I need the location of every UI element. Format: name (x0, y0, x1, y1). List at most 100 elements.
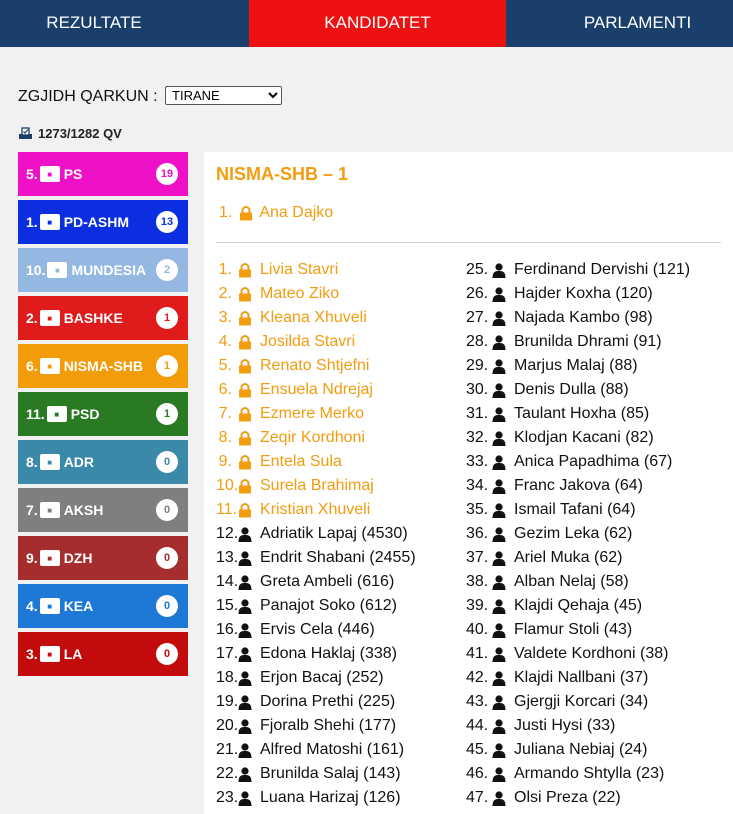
party-logo-icon: ■ (39, 166, 60, 182)
candidate-name: Kleana Xhuveli (260, 309, 367, 326)
party-item-bashke[interactable]: 2. ■ BASHKE 1 (18, 296, 188, 340)
seats-badge: 2 (156, 259, 178, 281)
party-item-ps[interactable]: 5. ■ PS 19 (18, 152, 188, 196)
party-name: KEA (63, 598, 94, 614)
candidate-name: Kristian Xhuveli (260, 501, 371, 518)
lock-icon (236, 430, 254, 446)
candidate-number: 29. (466, 357, 489, 374)
party-number: 3. (26, 646, 38, 662)
lock-icon (236, 262, 254, 278)
qarku-label: ZGJIDH QARKUN : (18, 88, 158, 105)
user-icon (236, 646, 254, 662)
party-item-pd-ashm[interactable]: 1. ■ PD-ASHM 13 (18, 200, 188, 244)
seats-badge: 0 (156, 547, 178, 569)
candidate-number: 5. (218, 357, 232, 374)
candidate-number: 19. (216, 693, 239, 710)
party-logo-icon: ■ (46, 406, 67, 422)
candidate-number: 6. (218, 381, 232, 398)
candidate-row: 25. Ferdinand Dervishi (121) (466, 258, 726, 282)
party-name: PSD (70, 406, 100, 422)
candidate-number: 43. (466, 693, 489, 710)
party-item-psd[interactable]: 11. ■ PSD 1 (18, 392, 188, 436)
polling-stations-count: 1273/1282 QV (18, 126, 122, 141)
seats-badge: 0 (156, 643, 178, 665)
party-name: PD-ASHM (63, 214, 130, 230)
party-number: 11. (26, 406, 45, 422)
candidate-number: 42. (466, 669, 489, 686)
top-navigation: REZULTATE KANDIDATET PARLAMENTI (0, 0, 733, 47)
candidate-row: 36. Gezim Leka (62) (466, 522, 726, 546)
candidate-number: 11. (216, 501, 238, 518)
party-item-mundesia[interactable]: 10. ■ MUNDESIA 2 (18, 248, 188, 292)
user-icon (490, 454, 508, 470)
user-icon (490, 598, 508, 614)
leader-number: 1. (219, 204, 233, 221)
qarku-select[interactable]: TIRANE (165, 86, 283, 105)
candidate-row: 31. Taulant Hoxha (85) (466, 402, 726, 426)
user-icon (236, 526, 254, 542)
candidate-row: 41. Valdete Kordhoni (38) (466, 642, 726, 666)
party-item-dzh[interactable]: 9. ■ DZH 0 (18, 536, 188, 580)
candidate-number: 31. (466, 405, 489, 422)
candidate-row: 7. Ezmere Merko (216, 402, 456, 426)
tab-rezultate[interactable]: REZULTATE (0, 0, 188, 47)
party-number: 6. (26, 358, 38, 374)
party-logo-icon: ■ (39, 550, 60, 566)
party-number: 10. (26, 262, 46, 278)
lock-icon (236, 334, 254, 350)
candidate-number: 7. (218, 405, 232, 422)
user-icon (490, 526, 508, 542)
user-icon (490, 262, 508, 278)
candidate-number: 27. (466, 309, 489, 326)
qarku-selector: ZGJIDH QARKUN : TIRANE (18, 86, 283, 106)
candidate-row: 44. Justi Hysi (33) (466, 714, 726, 738)
seats-badge: 1 (156, 355, 178, 377)
party-item-adr[interactable]: 8. ■ ADR 0 (18, 440, 188, 484)
tab-kandidatet[interactable]: KANDIDATET (249, 0, 506, 47)
candidate-row: 17. Edona Haklaj (338) (216, 642, 456, 666)
party-item-la[interactable]: 3. ■ LA 0 (18, 632, 188, 676)
candidate-number: 12. (216, 525, 239, 542)
candidate-name: Panajot Soko (612) (260, 597, 397, 614)
candidate-name: Gezim Leka (62) (514, 525, 633, 542)
candidate-number: 39. (466, 597, 489, 614)
tab-parlamenti[interactable]: PARLAMENTI (535, 0, 733, 47)
party-number: 7. (26, 502, 38, 518)
user-icon (490, 502, 508, 518)
user-icon (490, 718, 508, 734)
candidate-name: Surela Brahimaj (260, 477, 374, 494)
candidate-row: 33. Anica Papadhima (67) (466, 450, 726, 474)
candidate-name: Olsi Preza (22) (514, 789, 621, 806)
party-number: 9. (26, 550, 38, 566)
user-icon (490, 790, 508, 806)
lock-icon (236, 310, 254, 326)
candidate-name: Zeqir Kordhoni (260, 429, 365, 446)
candidate-name: Ezmere Merko (260, 405, 365, 422)
candidate-name: Adriatik Lapaj (4530) (260, 525, 408, 542)
candidate-name: Denis Dulla (88) (514, 381, 629, 398)
candidate-row: 46. Armando Shtylla (23) (466, 762, 726, 786)
candidate-number: 8. (218, 429, 232, 446)
candidate-name: Greta Ambeli (616) (260, 573, 395, 590)
candidate-number: 33. (466, 453, 489, 470)
candidate-row: 12. Adriatik Lapaj (4530) (216, 522, 456, 546)
candidate-number: 1. (218, 261, 232, 278)
user-icon (490, 286, 508, 302)
party-item-aksh[interactable]: 7. ■ AKSH 0 (18, 488, 188, 532)
candidate-number: 15. (216, 597, 239, 614)
candidate-name: Valdete Kordhoni (38) (514, 645, 669, 662)
party-item-nisma-shb[interactable]: 6. ■ NISMA-SHB 1 (18, 344, 188, 388)
party-item-kea[interactable]: 4. ■ KEA 0 (18, 584, 188, 628)
candidate-row: 22. Brunilda Salaj (143) (216, 762, 456, 786)
lock-icon (236, 382, 254, 398)
user-icon (236, 622, 254, 638)
seats-badge: 0 (156, 499, 178, 521)
party-logo-icon: ■ (39, 214, 60, 230)
candidate-name: Alban Nelaj (58) (514, 573, 629, 590)
candidate-number: 40. (466, 621, 489, 638)
candidate-number: 32. (466, 429, 489, 446)
qv-count: 1273/1282 QV (38, 126, 122, 141)
user-icon (490, 334, 508, 350)
candidate-name: Renato Shtjefni (260, 357, 370, 374)
candidate-name: Klajdi Nallbani (37) (514, 669, 649, 686)
